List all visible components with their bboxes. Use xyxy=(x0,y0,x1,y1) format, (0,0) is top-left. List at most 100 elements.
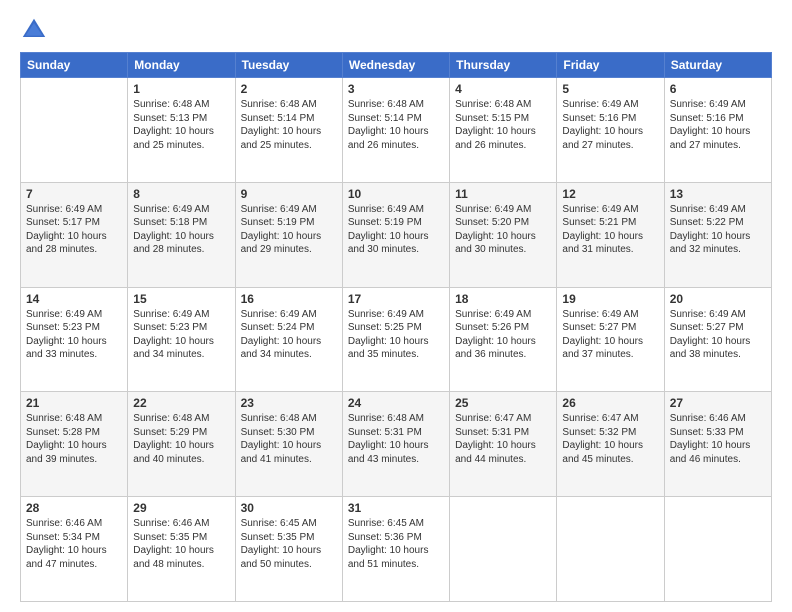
day-number: 30 xyxy=(241,501,337,515)
day-number: 7 xyxy=(26,187,122,201)
day-number: 1 xyxy=(133,82,229,96)
day-info: Sunrise: 6:49 AMSunset: 5:26 PMDaylight:… xyxy=(455,308,551,362)
day-info: Sunrise: 6:49 AMSunset: 5:16 PMDaylight:… xyxy=(670,98,766,152)
day-info: Sunrise: 6:49 AMSunset: 5:16 PMDaylight:… xyxy=(562,98,658,152)
day-number: 2 xyxy=(241,82,337,96)
day-info: Sunrise: 6:49 AMSunset: 5:24 PMDaylight:… xyxy=(241,308,337,362)
day-info: Sunrise: 6:49 AMSunset: 5:18 PMDaylight:… xyxy=(133,203,229,257)
day-number: 22 xyxy=(133,396,229,410)
calendar-cell: 2 Sunrise: 6:48 AMSunset: 5:14 PMDaylight… xyxy=(235,78,342,183)
calendar-cell: 19 Sunrise: 6:49 AMSunset: 5:27 PMDayligh… xyxy=(557,287,664,392)
day-info: Sunrise: 6:45 AMSunset: 5:35 PMDaylight:… xyxy=(241,517,337,571)
day-number: 28 xyxy=(26,501,122,515)
calendar-cell: 24Sunrise: 6:48 AMSunset: 5:31 PMDayligh… xyxy=(342,392,449,497)
calendar-cell: 15 Sunrise: 6:49 AMSunset: 5:23 PMDayligh… xyxy=(128,287,235,392)
calendar-day-header: Friday xyxy=(557,53,664,78)
header xyxy=(20,16,772,44)
calendar-week-row: 21Sunrise: 6:48 AMSunset: 5:28 PMDayligh… xyxy=(21,392,772,497)
calendar-cell: 9 Sunrise: 6:49 AMSunset: 5:19 PMDaylight… xyxy=(235,182,342,287)
calendar-cell: 10 Sunrise: 6:49 AMSunset: 5:19 PMDayligh… xyxy=(342,182,449,287)
calendar-cell: 25 Sunrise: 6:47 AMSunset: 5:31 PMDayligh… xyxy=(450,392,557,497)
day-number: 29 xyxy=(133,501,229,515)
calendar-cell: 1 Sunrise: 6:48 AMSunset: 5:13 PMDaylight… xyxy=(128,78,235,183)
calendar-cell: 21Sunrise: 6:48 AMSunset: 5:28 PMDayligh… xyxy=(21,392,128,497)
day-number: 14 xyxy=(26,292,122,306)
day-info: Sunrise: 6:46 AMSunset: 5:34 PMDaylight:… xyxy=(26,517,122,571)
day-info: Sunrise: 6:49 AMSunset: 5:19 PMDaylight:… xyxy=(241,203,337,257)
calendar-cell: 14 Sunrise: 6:49 AMSunset: 5:23 PMDayligh… xyxy=(21,287,128,392)
day-number: 26 xyxy=(562,396,658,410)
calendar-week-row: 7 Sunrise: 6:49 AMSunset: 5:17 PMDaylight… xyxy=(21,182,772,287)
day-info: Sunrise: 6:49 AMSunset: 5:22 PMDaylight:… xyxy=(670,203,766,257)
calendar-day-header: Wednesday xyxy=(342,53,449,78)
calendar-cell: 31 Sunrise: 6:45 AMSunset: 5:36 PMDayligh… xyxy=(342,497,449,602)
calendar-cell: 7 Sunrise: 6:49 AMSunset: 5:17 PMDaylight… xyxy=(21,182,128,287)
calendar-cell: 26Sunrise: 6:47 AMSunset: 5:32 PMDayligh… xyxy=(557,392,664,497)
day-info: Sunrise: 6:49 AMSunset: 5:17 PMDaylight:… xyxy=(26,203,122,257)
calendar-cell: 6 Sunrise: 6:49 AMSunset: 5:16 PMDaylight… xyxy=(664,78,771,183)
calendar-cell: 23Sunrise: 6:48 AMSunset: 5:30 PMDayligh… xyxy=(235,392,342,497)
day-info: Sunrise: 6:49 AMSunset: 5:27 PMDaylight:… xyxy=(562,308,658,362)
calendar-cell: 3 Sunrise: 6:48 AMSunset: 5:14 PMDaylight… xyxy=(342,78,449,183)
day-info: Sunrise: 6:49 AMSunset: 5:19 PMDaylight:… xyxy=(348,203,444,257)
day-number: 25 xyxy=(455,396,551,410)
calendar-week-row: 14 Sunrise: 6:49 AMSunset: 5:23 PMDayligh… xyxy=(21,287,772,392)
calendar-header-row: SundayMondayTuesdayWednesdayThursdayFrid… xyxy=(21,53,772,78)
day-info: Sunrise: 6:49 AMSunset: 5:23 PMDaylight:… xyxy=(26,308,122,362)
day-info: Sunrise: 6:49 AMSunset: 5:25 PMDaylight:… xyxy=(348,308,444,362)
day-info: Sunrise: 6:48 AMSunset: 5:13 PMDaylight:… xyxy=(133,98,229,152)
day-info: Sunrise: 6:48 AMSunset: 5:14 PMDaylight:… xyxy=(348,98,444,152)
calendar-week-row: 28 Sunrise: 6:46 AMSunset: 5:34 PMDayligh… xyxy=(21,497,772,602)
calendar-cell xyxy=(664,497,771,602)
day-number: 6 xyxy=(670,82,766,96)
day-number: 9 xyxy=(241,187,337,201)
day-number: 3 xyxy=(348,82,444,96)
day-number: 8 xyxy=(133,187,229,201)
day-info: Sunrise: 6:47 AMSunset: 5:31 PMDaylight:… xyxy=(455,412,551,466)
calendar-cell: 29 Sunrise: 6:46 AMSunset: 5:35 PMDayligh… xyxy=(128,497,235,602)
day-info: Sunrise: 6:49 AMSunset: 5:23 PMDaylight:… xyxy=(133,308,229,362)
day-number: 17 xyxy=(348,292,444,306)
day-info: Sunrise: 6:48 AMSunset: 5:14 PMDaylight:… xyxy=(241,98,337,152)
day-number: 16 xyxy=(241,292,337,306)
calendar-cell: 30 Sunrise: 6:45 AMSunset: 5:35 PMDayligh… xyxy=(235,497,342,602)
logo xyxy=(20,16,52,44)
calendar-cell: 13 Sunrise: 6:49 AMSunset: 5:22 PMDayligh… xyxy=(664,182,771,287)
day-number: 27 xyxy=(670,396,766,410)
day-info: Sunrise: 6:48 AMSunset: 5:15 PMDaylight:… xyxy=(455,98,551,152)
calendar-cell: 5 Sunrise: 6:49 AMSunset: 5:16 PMDaylight… xyxy=(557,78,664,183)
day-number: 15 xyxy=(133,292,229,306)
calendar-cell: 16 Sunrise: 6:49 AMSunset: 5:24 PMDayligh… xyxy=(235,287,342,392)
day-number: 18 xyxy=(455,292,551,306)
calendar-day-header: Sunday xyxy=(21,53,128,78)
calendar-cell: 20Sunrise: 6:49 AMSunset: 5:27 PMDayligh… xyxy=(664,287,771,392)
day-info: Sunrise: 6:49 AMSunset: 5:21 PMDaylight:… xyxy=(562,203,658,257)
day-number: 13 xyxy=(670,187,766,201)
day-number: 19 xyxy=(562,292,658,306)
day-number: 10 xyxy=(348,187,444,201)
day-number: 24 xyxy=(348,396,444,410)
calendar-cell xyxy=(21,78,128,183)
day-info: Sunrise: 6:46 AMSunset: 5:33 PMDaylight:… xyxy=(670,412,766,466)
logo-icon xyxy=(20,16,48,44)
calendar-cell: 27 Sunrise: 6:46 AMSunset: 5:33 PMDayligh… xyxy=(664,392,771,497)
calendar-day-header: Monday xyxy=(128,53,235,78)
calendar-cell xyxy=(557,497,664,602)
calendar-day-header: Thursday xyxy=(450,53,557,78)
day-number: 21 xyxy=(26,396,122,410)
day-number: 4 xyxy=(455,82,551,96)
calendar-cell: 12Sunrise: 6:49 AMSunset: 5:21 PMDayligh… xyxy=(557,182,664,287)
day-info: Sunrise: 6:46 AMSunset: 5:35 PMDaylight:… xyxy=(133,517,229,571)
day-number: 5 xyxy=(562,82,658,96)
calendar-cell: 8 Sunrise: 6:49 AMSunset: 5:18 PMDaylight… xyxy=(128,182,235,287)
calendar-cell xyxy=(450,497,557,602)
calendar-cell: 22Sunrise: 6:48 AMSunset: 5:29 PMDayligh… xyxy=(128,392,235,497)
day-number: 31 xyxy=(348,501,444,515)
calendar-cell: 11Sunrise: 6:49 AMSunset: 5:20 PMDayligh… xyxy=(450,182,557,287)
calendar-week-row: 1 Sunrise: 6:48 AMSunset: 5:13 PMDaylight… xyxy=(21,78,772,183)
day-info: Sunrise: 6:48 AMSunset: 5:30 PMDaylight:… xyxy=(241,412,337,466)
day-number: 20 xyxy=(670,292,766,306)
calendar-cell: 17 Sunrise: 6:49 AMSunset: 5:25 PMDayligh… xyxy=(342,287,449,392)
calendar-cell: 18 Sunrise: 6:49 AMSunset: 5:26 PMDayligh… xyxy=(450,287,557,392)
day-info: Sunrise: 6:45 AMSunset: 5:36 PMDaylight:… xyxy=(348,517,444,571)
